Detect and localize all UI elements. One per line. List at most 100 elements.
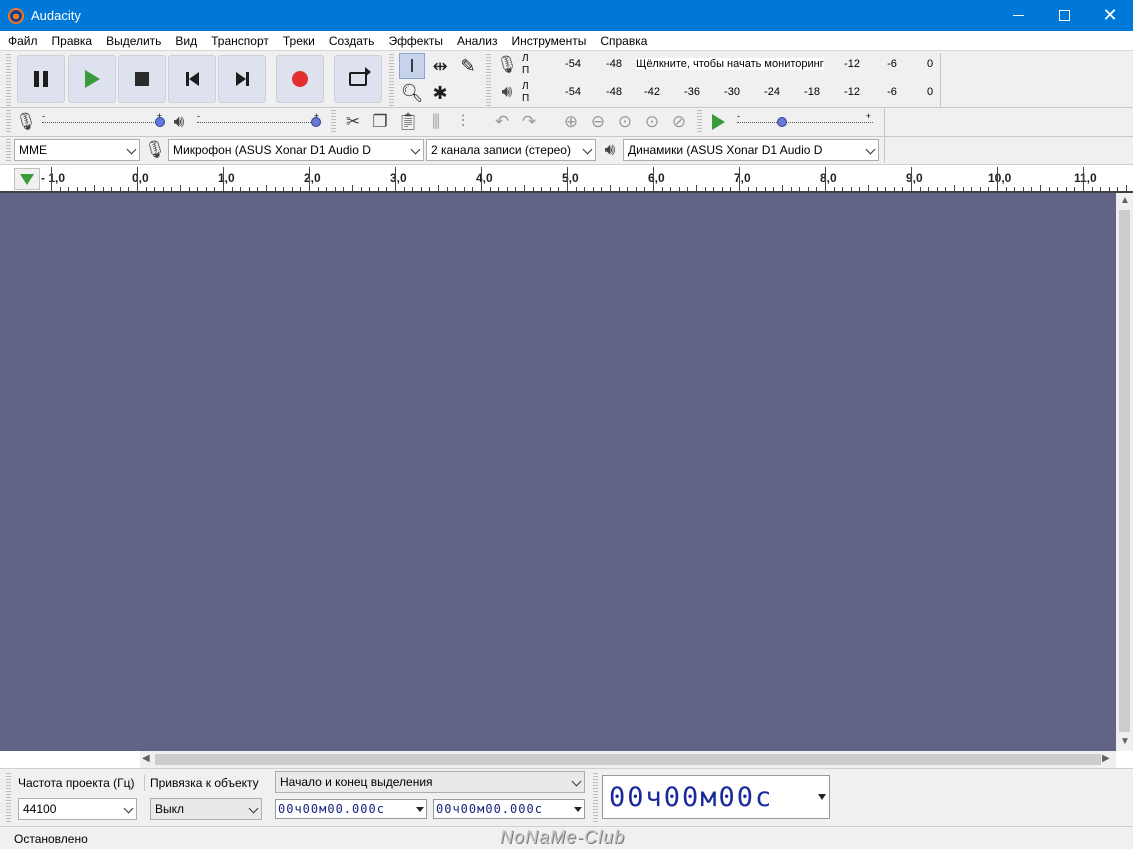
menu-edit[interactable]: Правка (45, 31, 100, 51)
menu-tools[interactable]: Инструменты (505, 31, 594, 51)
horizontal-scrollbar[interactable]: ◀ ▶ (140, 751, 1116, 768)
trim-button[interactable]: ⫼ (424, 110, 448, 134)
menu-transport[interactable]: Транспорт (204, 31, 276, 51)
envelope-tool-button[interactable]: ⇹ (427, 53, 453, 79)
vertical-scrollbar[interactable]: ▲ ▼ (1116, 193, 1133, 751)
vertical-scroll-thumb[interactable] (1119, 210, 1130, 732)
recording-volume-slider[interactable]: - + (42, 111, 165, 131)
record-meter[interactable]: Л П -54 -48 -12 -6 0 Щёлкните, чтобы нач… (522, 53, 936, 77)
cut-button[interactable]: ✂ (341, 110, 365, 134)
stop-button[interactable] (118, 55, 166, 103)
menu-file[interactable]: Файл (1, 31, 45, 51)
chevron-down-icon (123, 803, 134, 814)
zoom-tool-button[interactable]: 🔍︎ (399, 80, 425, 106)
zoom-toggle-button[interactable]: ⊘ (667, 110, 691, 134)
ruler-tick (111, 187, 113, 191)
record-button[interactable] (276, 55, 324, 103)
scroll-left-icon[interactable]: ◀ (142, 753, 150, 764)
play-at-speed-toolbar-grip[interactable] (697, 110, 702, 134)
ruler-tick (799, 187, 801, 191)
fit-project-button[interactable]: ⊙ (640, 110, 664, 134)
edit-toolbar-grip[interactable] (331, 110, 336, 134)
record-meter-hint: Щёлкните, чтобы начать мониторинг (636, 58, 824, 70)
play-at-speed-button[interactable] (706, 110, 730, 134)
ruler-tick (455, 187, 457, 191)
menu-generate[interactable]: Создать (322, 31, 382, 51)
transport-toolbar-grip[interactable] (6, 54, 11, 106)
draw-tool-button[interactable]: ✎ (455, 53, 481, 79)
zoom-out-button[interactable]: ⊖ (586, 110, 610, 134)
skip-to-end-button[interactable] (218, 55, 266, 103)
selection-toolbar-grip[interactable] (6, 773, 11, 823)
undo-button[interactable]: ↶ (490, 110, 514, 134)
title-bar: Audacity ✕ (0, 0, 1133, 31)
menu-select[interactable]: Выделить (99, 31, 168, 51)
audacity-logo-icon (8, 8, 24, 24)
menu-tracks[interactable]: Треки (276, 31, 322, 51)
stop-icon (135, 72, 149, 86)
record-meter-tick: -6 (887, 58, 897, 70)
playback-meter[interactable]: Л П -54 -48 -42 -36 -30 -24 -18 -12 -6 0 (522, 81, 936, 105)
ruler-tick (68, 187, 70, 191)
pause-button[interactable] (17, 55, 65, 103)
record-meter-mic-icon[interactable]: 🎙︎ (495, 53, 519, 77)
playback-volume-slider[interactable]: - + (197, 111, 321, 131)
paste-button[interactable]: 📋︎ (396, 110, 420, 134)
time-format-dropdown-icon[interactable] (416, 807, 424, 812)
time-format-dropdown-icon[interactable] (574, 807, 582, 812)
silence-button[interactable]: ⫶ (451, 110, 475, 134)
device-toolbar-grip[interactable] (6, 139, 11, 161)
track-panel[interactable] (0, 193, 1116, 751)
menu-analyze[interactable]: Анализ (450, 31, 505, 51)
menu-help[interactable]: Справка (593, 31, 654, 51)
maximize-button[interactable] (1041, 0, 1087, 31)
playback-meter-speaker-icon[interactable]: 🔊︎ (495, 80, 519, 104)
redo-button[interactable]: ↷ (517, 110, 541, 134)
timeline-options-button[interactable] (14, 168, 40, 190)
meter-toolbar-grip[interactable] (486, 54, 491, 106)
ruler-tick (119, 187, 121, 191)
recording-device-select[interactable]: Микрофон (ASUS Xonar D1 Audio D (168, 139, 424, 161)
horizontal-scroll-thumb[interactable] (155, 754, 1101, 765)
loop-button[interactable] (334, 55, 382, 103)
multi-tool-button[interactable]: ✱ (427, 80, 453, 106)
tools-toolbar-grip[interactable] (389, 54, 394, 106)
playback-speed-slider[interactable]: - + (737, 111, 873, 131)
scroll-down-icon[interactable]: ▼ (1120, 736, 1130, 747)
mixer-toolbar-grip[interactable] (6, 110, 11, 134)
ruler-label: 2,0 (304, 171, 321, 185)
project-rate-select[interactable]: 44100 (18, 798, 137, 820)
slider-knob[interactable] (155, 117, 165, 127)
fit-selection-button[interactable]: ⊙ (613, 110, 637, 134)
ruler-tick (696, 185, 697, 191)
slider-knob[interactable] (311, 117, 321, 127)
selection-tool-button[interactable]: I (399, 53, 425, 79)
selection-mode-select[interactable]: Начало и конец выделения (275, 771, 585, 793)
zoom-in-button[interactable]: ⊕ (559, 110, 583, 134)
playback-device-select[interactable]: Динамики (ASUS Xonar D1 Audio D (623, 139, 879, 161)
ruler-tick (936, 187, 938, 191)
minimize-button[interactable] (995, 0, 1041, 31)
ruler-tick (670, 187, 672, 191)
ruler-tick (76, 187, 78, 191)
ruler-tick (240, 187, 242, 191)
scroll-up-icon[interactable]: ▲ (1120, 195, 1130, 206)
selection-start-time[interactable]: 00ч00м00.000с (275, 799, 427, 819)
play-button[interactable] (68, 55, 116, 103)
selection-end-time[interactable]: 00ч00м00.000с (433, 799, 585, 819)
menu-effects[interactable]: Эффекты (381, 31, 450, 51)
copy-button[interactable]: ❐ (368, 110, 392, 134)
skip-to-start-button[interactable] (168, 55, 216, 103)
close-button[interactable]: ✕ (1087, 0, 1133, 31)
recording-channels-select[interactable]: 2 канала записи (стерео) (426, 139, 596, 161)
audio-position-time[interactable]: 00ч00м00с (602, 775, 830, 819)
slider-knob[interactable] (777, 117, 787, 127)
time-format-dropdown-icon[interactable] (818, 794, 826, 800)
snap-to-select[interactable]: Выкл (150, 798, 262, 820)
menu-view[interactable]: Вид (168, 31, 204, 51)
time-toolbar-grip[interactable] (593, 773, 598, 823)
audio-host-select[interactable]: MME (14, 139, 140, 161)
timeline-ruler[interactable]: - 1,0 0,0 1,0 2,0 3,0 4,0 5,0 6,0 7,0 8,… (0, 166, 1133, 193)
ruler-tick (369, 187, 371, 191)
scroll-right-icon[interactable]: ▶ (1102, 753, 1110, 764)
